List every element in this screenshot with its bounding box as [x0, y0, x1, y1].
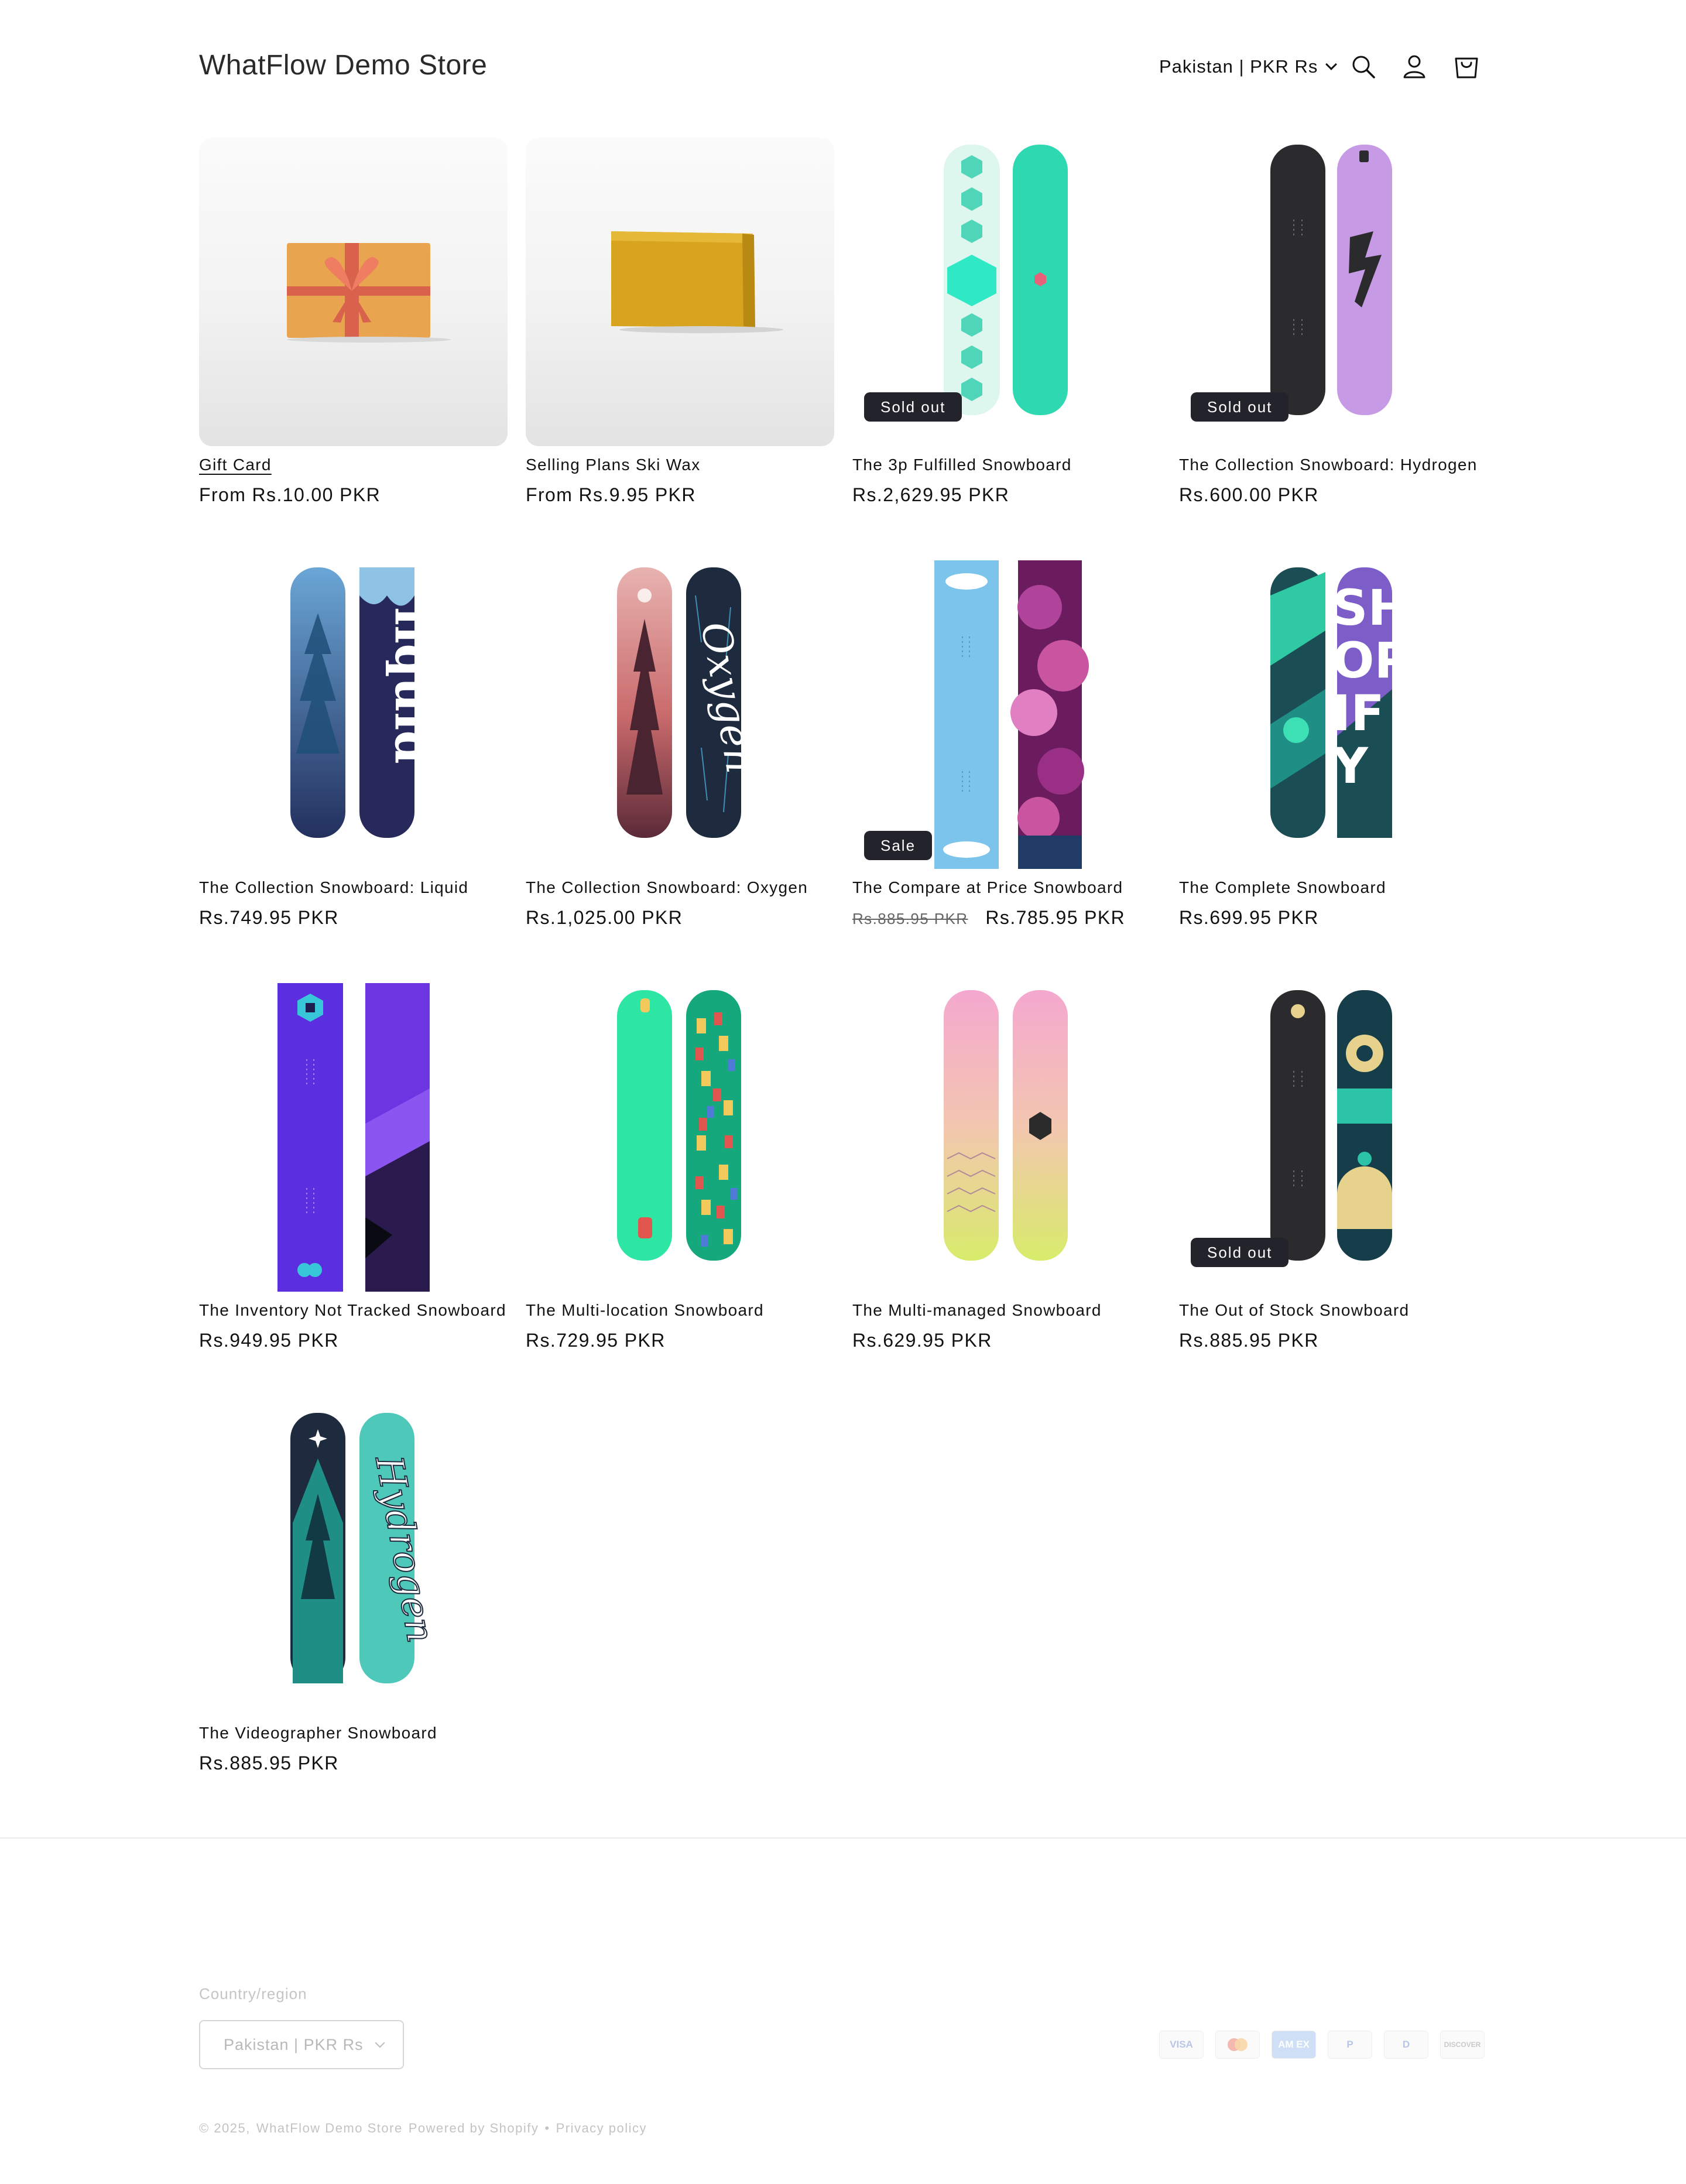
snowboard-image: liquid — [290, 567, 440, 838]
product-image-liquid[interactable]: liquid — [199, 560, 508, 869]
product-image-inventory-not-tracked[interactable] — [199, 983, 508, 1292]
store-link[interactable]: WhatFlow Demo Store — [256, 2121, 403, 2136]
product-title[interactable]: The Collection Snowboard: Hydrogen — [1179, 456, 1478, 474]
snowboard-image — [944, 990, 1068, 1261]
product-title[interactable]: The Collection Snowboard: Liquid — [199, 878, 468, 897]
product-title[interactable]: The Multi-location Snowboard — [526, 1301, 764, 1320]
svg-text:Y: Y — [1332, 737, 1369, 795]
product-image-hydrogen-collection[interactable]: Sold out — [1179, 138, 1488, 446]
product-price: Rs.600.00 PKR — [1179, 484, 1319, 505]
separator: • — [544, 2121, 550, 2135]
product-image-videographer[interactable]: Hydrogen — [199, 1406, 508, 1714]
cart-icon[interactable] — [1451, 52, 1482, 82]
visa-icon: VISA — [1159, 2031, 1204, 2059]
locale-selector[interactable]: Pakistan | PKR Rs — [1159, 56, 1338, 77]
art-text: liquid — [384, 607, 440, 764]
product-image-complete[interactable]: SH OP IF Y — [1179, 560, 1488, 869]
product-title[interactable]: Gift Card — [199, 456, 272, 474]
product-price: Rs.885.95 PKR — [199, 1752, 339, 1774]
site-header: WhatFlow Demo Store Pakistan | PKR Rs — [199, 35, 1487, 100]
account-icon[interactable] — [1399, 52, 1430, 82]
ski-wax-image — [611, 231, 783, 333]
product-image-oxygen[interactable]: Oxygen — [526, 560, 834, 869]
product-price: Rs.629.95 PKR — [852, 1330, 992, 1351]
compare-at-price: Rs.885.95 PKR — [852, 910, 968, 927]
search-icon[interactable] — [1348, 52, 1379, 82]
chevron-down-icon — [1325, 59, 1338, 70]
product-image-multi-managed[interactable] — [852, 983, 1161, 1292]
product-title[interactable]: The Collection Snowboard: Oxygen — [526, 878, 808, 897]
paypal-icon: P — [1328, 2031, 1372, 2059]
product-image-multi-location[interactable] — [526, 983, 834, 1292]
snowboard-image — [617, 990, 741, 1261]
product-price: Rs.699.95 PKR — [1179, 907, 1319, 928]
site-footer: Country/region Pakistan | PKR Rs VISA AM… — [199, 1985, 1487, 2161]
art-text: SH — [1332, 579, 1409, 636]
country-region-value: Pakistan | PKR Rs — [224, 2035, 364, 2053]
footer-divider — [0, 1837, 1686, 1839]
product-price: From Rs.10.00 PKR — [199, 484, 381, 505]
product-title[interactable]: The Multi-managed Snowboard — [852, 1301, 1102, 1320]
powered-by-link[interactable]: Powered by Shopify — [409, 2121, 539, 2136]
product-title[interactable]: The Complete Snowboard — [1179, 878, 1386, 897]
sold-out-badge: Sold out — [1191, 392, 1289, 422]
privacy-policy-link[interactable]: Privacy policy — [556, 2121, 647, 2136]
product-image-out-of-stock[interactable]: Sold out — [1179, 983, 1488, 1292]
svg-text:OP: OP — [1332, 632, 1410, 689]
product-title[interactable]: Selling Plans Ski Wax — [526, 456, 701, 474]
snowboard-image: Hydrogen — [290, 1413, 443, 1683]
snowboard-image — [277, 983, 430, 1292]
locale-label: Pakistan | PKR Rs — [1159, 56, 1318, 77]
product-image-compare-at-price[interactable]: Sale — [852, 560, 1161, 869]
snowboard-image — [934, 560, 1089, 869]
svg-text:IF: IF — [1332, 684, 1385, 742]
product-price: Rs.749.95 PKR — [199, 907, 339, 928]
product-title[interactable]: The Out of Stock Snowboard — [1179, 1301, 1409, 1320]
product-title[interactable]: The Videographer Snowboard — [199, 1724, 437, 1743]
product-price: From Rs.9.95 PKR — [526, 484, 696, 505]
product-price: Rs.2,629.95 PKR — [852, 484, 1010, 505]
product-price: Rs.885.95 PKR Rs.785.95 PKR — [852, 907, 1125, 929]
sale-price: Rs.785.95 PKR — [985, 907, 1126, 928]
snowboard-image: SH OP IF Y — [1270, 567, 1410, 838]
payment-icons: VISA AM EX P D DISCOVER — [1159, 2031, 1485, 2059]
product-price: Rs.885.95 PKR — [1179, 1330, 1319, 1351]
sold-out-badge: Sold out — [864, 392, 962, 422]
product-title[interactable]: The Inventory Not Tracked Snowboard — [199, 1301, 506, 1320]
snowboard-image: Oxygen — [617, 567, 763, 838]
gift-card-image — [287, 243, 451, 343]
copyright-line: © 2025, WhatFlow Demo Store Powered by S… — [199, 2121, 647, 2136]
product-price: Rs.949.95 PKR — [199, 1330, 339, 1351]
sold-out-badge: Sold out — [1191, 1238, 1289, 1267]
product-title[interactable]: The Compare at Price Snowboard — [852, 878, 1123, 897]
product-image-ski-wax[interactable] — [526, 138, 834, 446]
discover-icon: DISCOVER — [1440, 2031, 1485, 2059]
copyright-text: © 2025, — [199, 2121, 251, 2135]
country-region-select[interactable]: Pakistan | PKR Rs — [199, 2020, 404, 2069]
store-logo[interactable]: WhatFlow Demo Store — [199, 49, 487, 81]
product-image-3p-fulfilled[interactable]: Sold out — [852, 138, 1161, 446]
chevron-down-icon — [375, 2038, 385, 2048]
product-price: Rs.1,025.00 PKR — [526, 907, 683, 928]
country-region-label: Country/region — [199, 1985, 307, 2002]
diners-club-icon: D — [1384, 2031, 1428, 2059]
product-price: Rs.729.95 PKR — [526, 1330, 666, 1351]
product-image-gift-card[interactable] — [199, 138, 508, 446]
amex-icon: AM EX — [1272, 2031, 1316, 2059]
mastercard-icon — [1215, 2031, 1260, 2059]
sale-badge: Sale — [864, 831, 933, 860]
product-title[interactable]: The 3p Fulfilled Snowboard — [852, 456, 1072, 474]
